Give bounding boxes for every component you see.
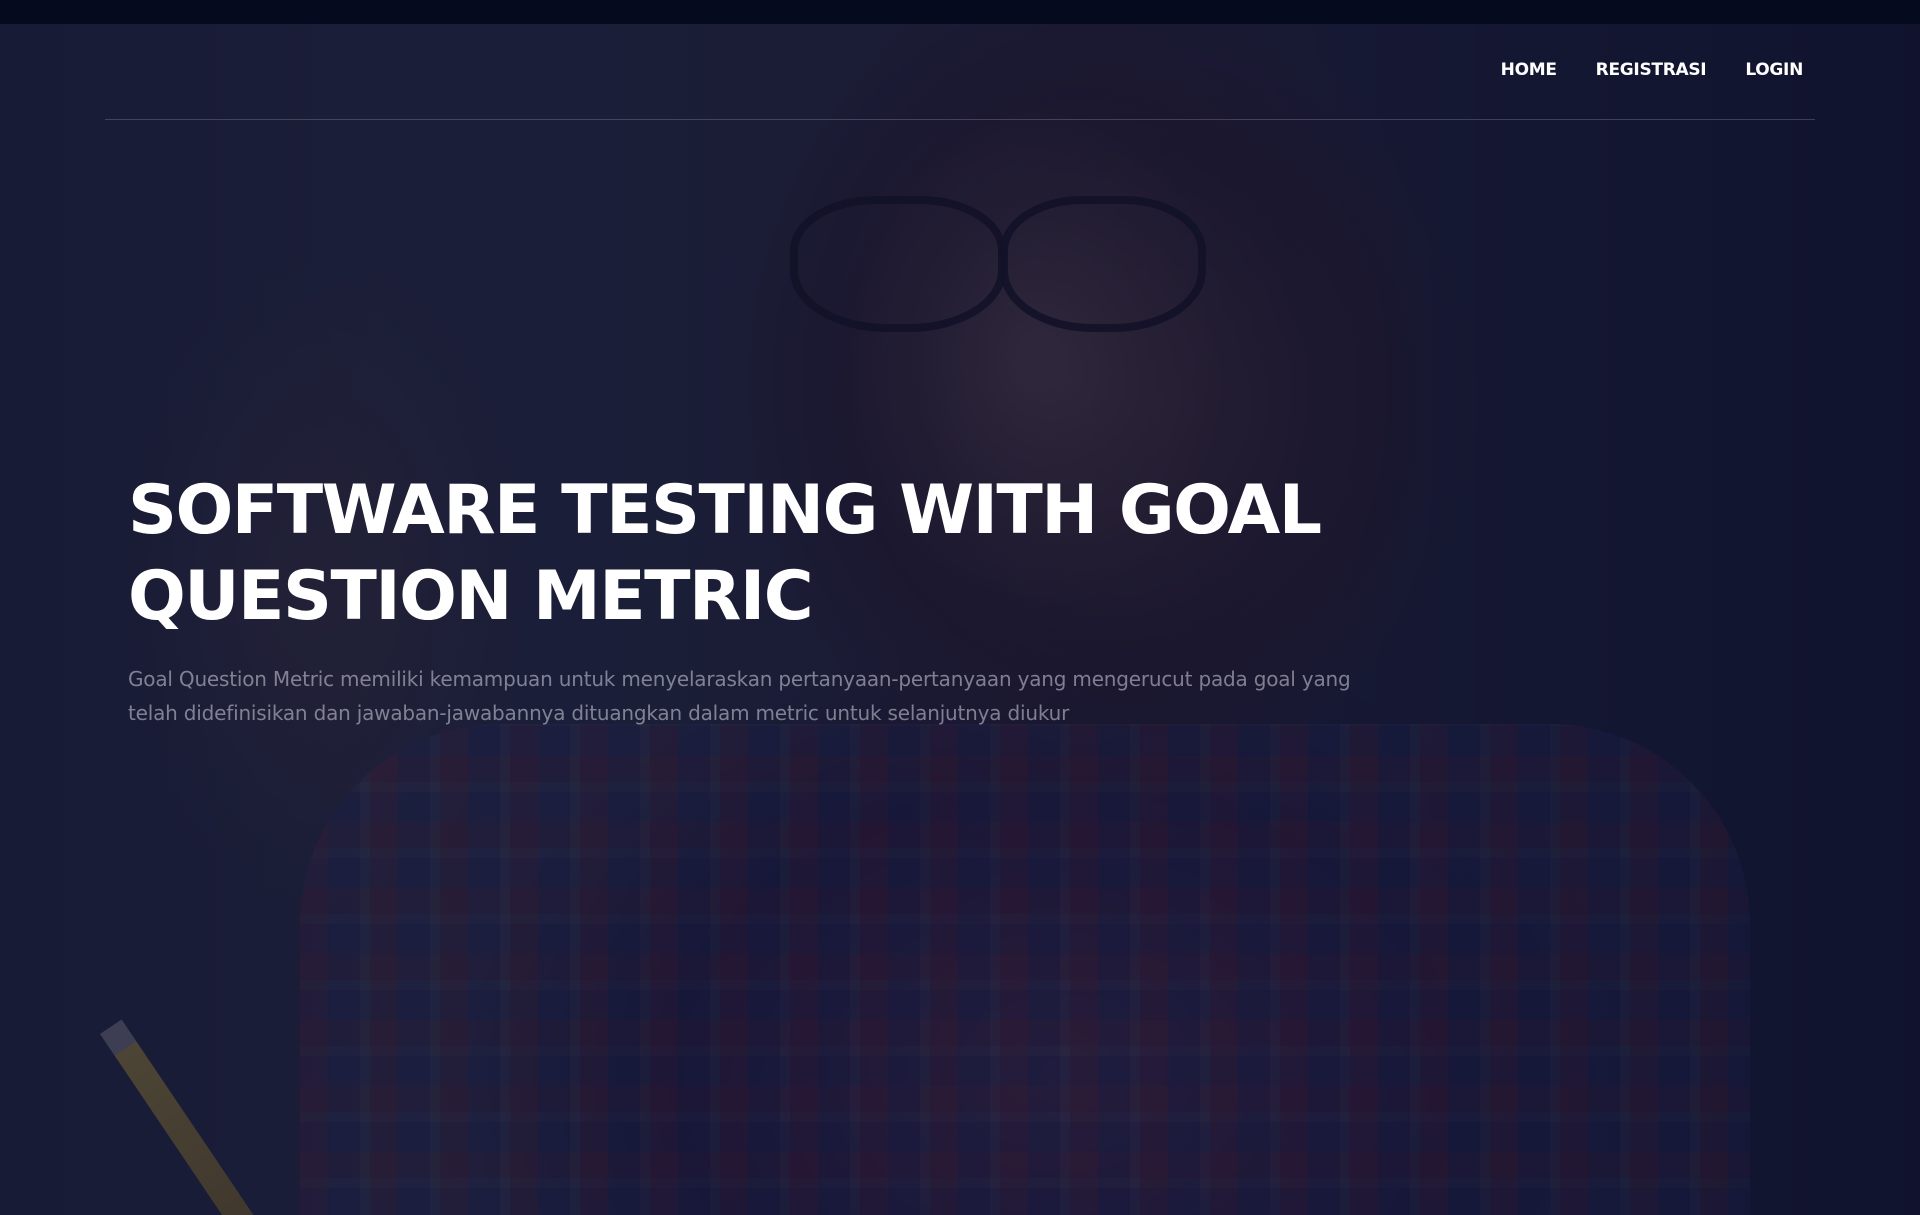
top-bar — [0, 0, 1920, 24]
nav-registrasi-link[interactable]: REGISTRASI — [1596, 60, 1707, 80]
nav-divider — [105, 119, 1815, 120]
main-navigation: HOME REGISTRASI LOGIN — [0, 24, 1920, 120]
nav-links: HOME REGISTRASI LOGIN — [1501, 60, 1804, 80]
nav-login-link[interactable]: LOGIN — [1745, 60, 1803, 80]
hero-content: SOFTWARE TESTING WITH GOAL QUESTION METR… — [128, 468, 1378, 730]
nav-home-link[interactable]: HOME — [1501, 60, 1557, 80]
hero-subtitle: Goal Question Metric memiliki kemampuan … — [128, 667, 1351, 725]
hero-title: SOFTWARE TESTING WITH GOAL QUESTION METR… — [128, 471, 1322, 636]
landing-page: HOME REGISTRASI LOGIN SOFTWARE TESTING W… — [0, 0, 1920, 1215]
